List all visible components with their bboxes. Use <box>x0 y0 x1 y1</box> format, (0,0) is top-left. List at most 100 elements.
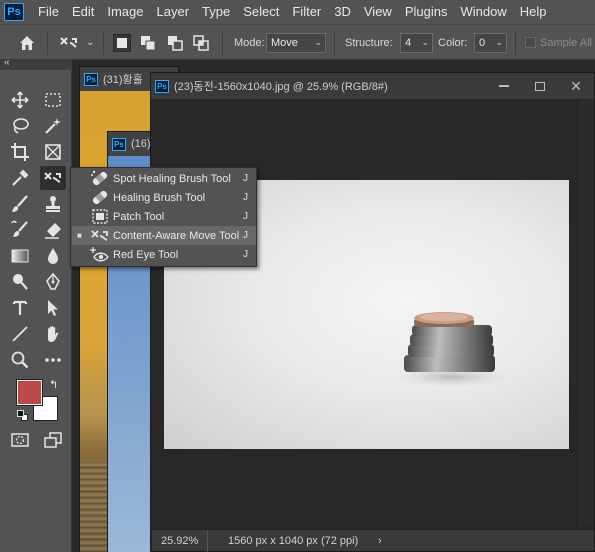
add-to-selection-button[interactable] <box>140 25 156 60</box>
type-icon <box>12 300 28 315</box>
menu-window[interactable]: Window <box>454 0 513 24</box>
color-value: 0 <box>479 36 486 49</box>
menu-plugins[interactable]: Plugins <box>399 0 455 24</box>
document-info: 1560 px x 1040 px (72 ppi) <box>228 534 359 547</box>
menu-3d[interactable]: 3D <box>328 0 358 24</box>
move-tool[interactable] <box>7 88 33 112</box>
menu-edit[interactable]: Edit <box>66 0 101 24</box>
collapse-icon: « <box>4 57 10 68</box>
document-window-main[interactable]: Ps (23)동전-1560x1040.jpg @ 25.9% (RGB/8#)… <box>150 72 595 552</box>
blur-tool[interactable] <box>40 244 66 268</box>
clone-stamp-tool[interactable] <box>40 192 66 216</box>
type-tool[interactable] <box>7 296 33 320</box>
structure-value: 4 <box>405 36 412 49</box>
screen-mode-button[interactable] <box>40 428 66 452</box>
hand-icon <box>48 326 59 342</box>
flyout-item-content-aware-move[interactable]: ■ Content-Aware Move Tool J <box>72 226 256 245</box>
maximize-button[interactable] <box>522 73 558 99</box>
flyout-item-healing-brush[interactable]: Healing Brush Tool J <box>72 188 256 207</box>
swap-colors-icon[interactable]: ↰ <box>49 378 58 391</box>
menu-select[interactable]: Select <box>237 0 286 24</box>
flyout-label: Spot Healing Brush Tool <box>113 172 231 185</box>
magic-wand-tool[interactable] <box>40 114 66 138</box>
zoom-tool[interactable] <box>7 348 33 372</box>
line-icon <box>12 326 28 342</box>
menu-layer[interactable]: Layer <box>151 0 197 24</box>
menu-bar: Ps File Edit Image Layer Type Select Fil… <box>0 0 595 24</box>
chevron-down-icon: ⌄ <box>495 37 503 47</box>
eraser-tool[interactable] <box>40 218 66 242</box>
spot-healing-brush-icon <box>91 170 108 186</box>
subtract-from-selection-button[interactable] <box>167 25 183 60</box>
color-select[interactable]: 0 ⌄ <box>474 32 507 53</box>
gradient-tool[interactable] <box>7 244 33 268</box>
close-button[interactable]: ✕ <box>558 73 594 99</box>
dodge-tool[interactable] <box>7 270 33 294</box>
eyedropper-tool[interactable] <box>7 166 33 190</box>
magic-wand-icon <box>45 118 61 134</box>
photoshop-logo-icon[interactable]: Ps <box>4 3 24 21</box>
document-tab-main[interactable]: Ps (23)동전-1560x1040.jpg @ 25.9% (RGB/8#)… <box>151 73 594 99</box>
flyout-item-patch[interactable]: Patch Tool J <box>72 207 256 226</box>
content-aware-move-icon <box>44 172 61 183</box>
add-to-selection-icon <box>141 35 156 50</box>
flyout-item-red-eye[interactable]: Red Eye Tool J <box>72 245 256 264</box>
structure-select[interactable]: 4 ⌄ <box>400 32 433 53</box>
minimize-button[interactable] <box>486 73 522 99</box>
blur-drop-icon <box>48 248 58 264</box>
menu-filter[interactable]: Filter <box>286 0 328 24</box>
document-title-2: (16) <box>131 138 151 150</box>
healing-tools-flyout: Spot Healing Brush Tool J Healing Brush … <box>70 167 257 267</box>
frame-tool[interactable] <box>40 140 66 164</box>
new-selection-button[interactable] <box>113 25 131 60</box>
chevron-down-icon: ⌄ <box>421 37 429 47</box>
hand-tool[interactable] <box>40 322 66 346</box>
rectangular-marquee-icon <box>45 93 61 107</box>
content-aware-move-tool[interactable] <box>40 166 66 190</box>
path-selection-arrow-icon <box>48 300 58 316</box>
status-menu-arrow-icon[interactable]: › <box>378 535 382 547</box>
red-eye-icon <box>90 247 109 262</box>
mode-select[interactable]: Move ⌄ <box>266 32 326 53</box>
menu-type[interactable]: Type <box>196 0 237 24</box>
dodge-icon <box>13 274 28 290</box>
subtract-from-selection-icon <box>168 35 183 51</box>
line-tool[interactable] <box>7 322 33 346</box>
crop-tool[interactable] <box>7 140 33 164</box>
move-icon <box>11 91 29 109</box>
selected-bullet-icon: ■ <box>77 231 82 240</box>
menu-view[interactable]: View <box>358 0 399 24</box>
menu-image[interactable]: Image <box>101 0 150 24</box>
flyout-shortcut: J <box>243 211 248 222</box>
more-tools-button[interactable] <box>40 348 66 372</box>
pen-tool[interactable] <box>40 270 66 294</box>
eraser-icon <box>45 223 61 239</box>
canvas-area[interactable] <box>152 100 577 526</box>
patch-icon <box>92 209 108 224</box>
toolbar-collapse-bar[interactable]: « <box>0 57 72 70</box>
quick-mask-button[interactable] <box>7 428 33 452</box>
flyout-label: Content-Aware Move Tool <box>113 229 240 242</box>
lasso-icon <box>13 118 29 134</box>
chevron-down-icon: ⌄ <box>314 37 322 47</box>
history-brush-tool[interactable] <box>7 218 33 242</box>
marquee-tool[interactable] <box>40 88 66 112</box>
healing-brush-icon <box>92 190 108 205</box>
foreground-color-swatch[interactable] <box>16 379 43 406</box>
mode-label: Mode: <box>234 36 265 49</box>
menu-file[interactable]: File <box>32 0 66 24</box>
sample-all-layers-checkbox[interactable]: Sample All La <box>525 25 595 60</box>
default-colors-icon[interactable] <box>17 410 29 422</box>
menu-help[interactable]: Help <box>514 0 554 24</box>
path-selection-tool[interactable] <box>40 296 66 320</box>
home-button[interactable] <box>18 25 36 60</box>
eyedropper-icon <box>12 169 29 186</box>
vertical-scrollbar[interactable] <box>577 100 594 526</box>
brush-tool[interactable] <box>7 192 33 216</box>
zoom-level[interactable]: 25.92% <box>152 529 208 552</box>
lasso-tool[interactable] <box>7 114 33 138</box>
flyout-item-spot-healing-brush[interactable]: Spot Healing Brush Tool J <box>72 169 256 188</box>
intersect-selection-button[interactable] <box>193 25 209 60</box>
tool-preset-picker[interactable]: ⌄ <box>58 25 94 60</box>
gradient-icon <box>11 249 29 263</box>
